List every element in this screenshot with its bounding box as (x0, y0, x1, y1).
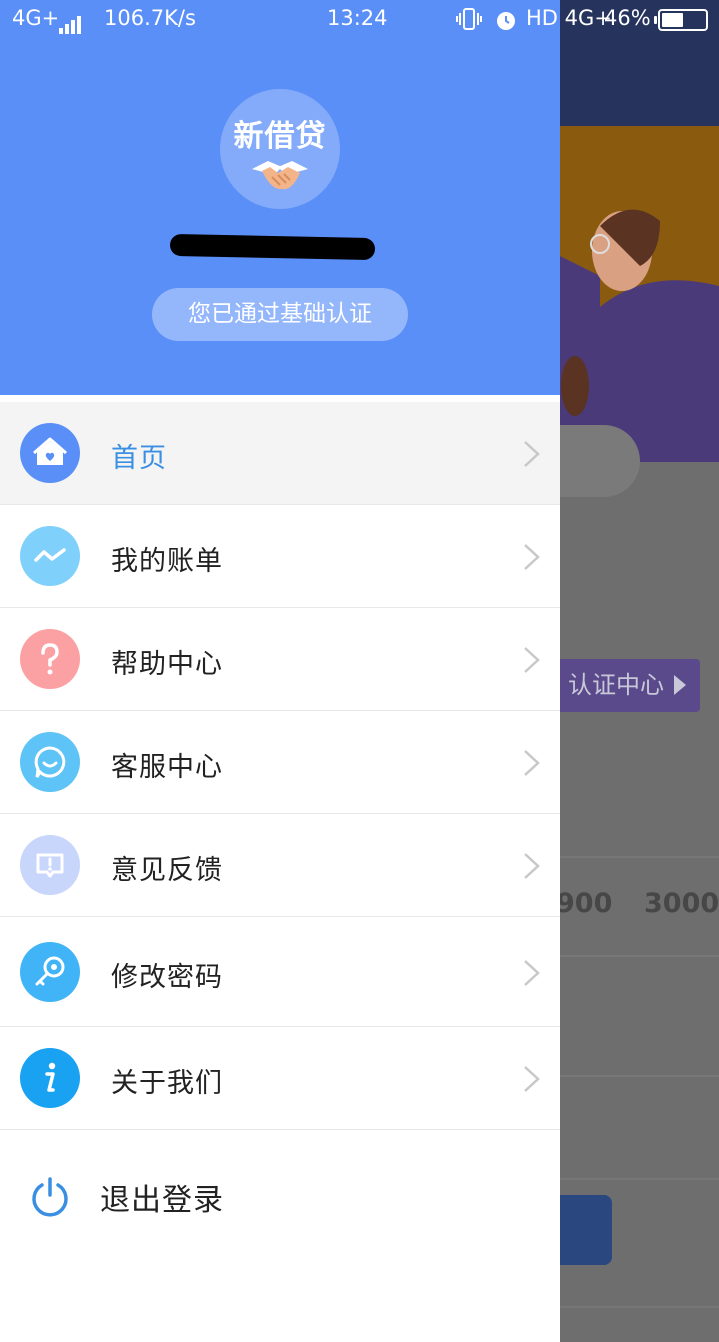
auth-status-badge: 您已通过基础认证 (152, 288, 408, 341)
logout-label: 退出登录 (100, 1183, 224, 1218)
network-type: 4G+ (12, 6, 60, 30)
app-logo: 新借贷 (220, 89, 340, 209)
divider (560, 1178, 719, 1180)
menu-item-customer-service[interactable]: 客服中心 (0, 711, 560, 814)
battery-percent: 46% (604, 6, 651, 30)
logo-text: 新借贷 (233, 119, 327, 154)
chevron-right-icon (524, 960, 540, 986)
power-icon (32, 1177, 68, 1217)
chevron-right-icon (524, 441, 540, 467)
chevron-right-icon (524, 544, 540, 570)
battery-icon (654, 9, 708, 31)
menu-item-label: 意见反馈 (111, 855, 223, 886)
trend-icon (20, 526, 80, 586)
redacted-phone-number (169, 233, 376, 261)
amount-option: 3000 (644, 888, 719, 919)
verify-center-button: 认证中心 (540, 659, 700, 712)
network-speed: 106.7K/s (104, 6, 196, 30)
key-icon (20, 942, 80, 1002)
menu-item-label: 首页 (111, 443, 167, 474)
signal-icon (59, 10, 83, 34)
chevron-right-icon (524, 750, 540, 776)
question-icon (20, 629, 80, 689)
menu-item-change-password[interactable]: 修改密码 (0, 917, 560, 1027)
chat-icon (20, 732, 80, 792)
handshake-icon (252, 161, 308, 190)
menu-item-help[interactable]: 帮助中心 (0, 608, 560, 711)
info-icon (20, 1048, 80, 1108)
feedback-icon (20, 835, 80, 895)
navigation-drawer: 新借贷 您已通过基础认证 首页 我的账单 帮助中心 客服中心 意见反馈 修改密码… (0, 0, 560, 1342)
chevron-right-icon (524, 853, 540, 879)
menu-item-feedback[interactable]: 意见反馈 (0, 814, 560, 917)
drawer-menu: 首页 我的账单 帮助中心 客服中心 意见反馈 修改密码 关于我们 (0, 402, 560, 1130)
chevron-right-icon (524, 1066, 540, 1092)
home-icon (20, 423, 80, 483)
drawer-header: 新借贷 您已通过基础认证 (0, 40, 560, 395)
verify-center-label: 认证中心 (568, 671, 664, 699)
menu-item-label: 帮助中心 (111, 649, 223, 680)
menu-item-about[interactable]: 关于我们 (0, 1027, 560, 1130)
menu-item-label: 关于我们 (111, 1068, 223, 1099)
play-arrow-icon (674, 675, 686, 695)
clock: 13:24 (327, 6, 388, 30)
chevron-right-icon (524, 647, 540, 673)
status-bar: 4G+ 106.7K/s 13:24 HD 4G+ 46% (0, 0, 719, 40)
menu-item-label: 我的账单 (111, 546, 223, 577)
vibrate-icon (456, 8, 482, 35)
divider (560, 1075, 719, 1077)
alarm-icon (494, 8, 518, 37)
divider (560, 955, 719, 957)
divider (560, 856, 719, 858)
menu-item-label: 修改密码 (111, 962, 223, 993)
logout-button[interactable]: 退出登录 (0, 1135, 560, 1255)
menu-item-home[interactable]: 首页 (0, 402, 560, 505)
divider (560, 1306, 719, 1308)
hd-network: HD 4G+ (526, 6, 612, 30)
menu-item-label: 客服中心 (111, 752, 223, 783)
amount-option: 900 (556, 888, 613, 919)
menu-item-bills[interactable]: 我的账单 (0, 505, 560, 608)
